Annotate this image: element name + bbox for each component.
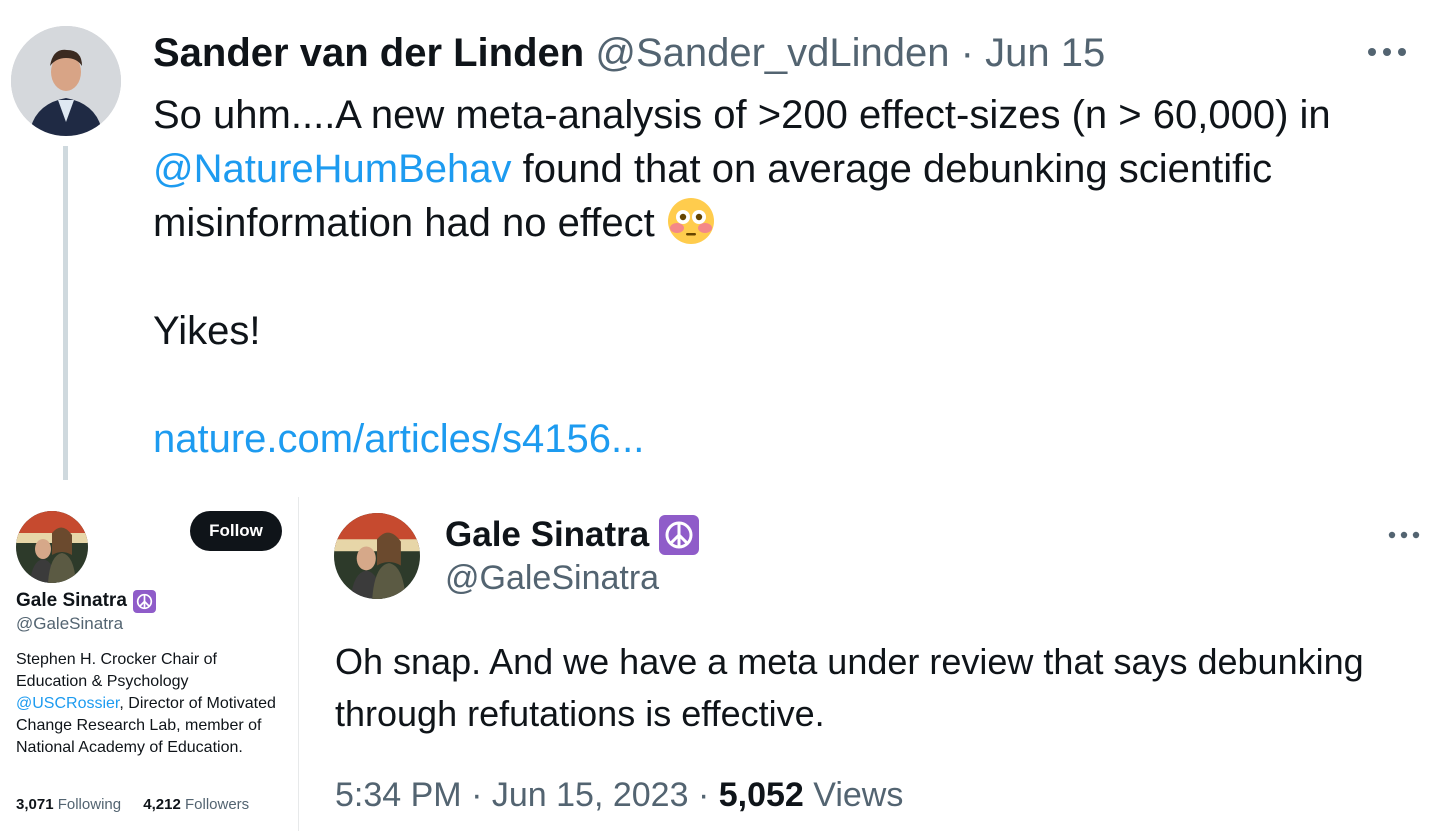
tweet-text: Oh snap. And we have a meta under review… — [335, 641, 1364, 734]
avatar-gale[interactable] — [334, 513, 420, 599]
tweet-time[interactable]: 5:34 PM — [335, 776, 462, 814]
tweet-date[interactable]: Jun 15, 2023 — [492, 776, 689, 814]
tweet-meta: 5:34 PM · Jun 15, 2023 · 5,052 Views — [335, 773, 903, 817]
bio-mention-link[interactable]: @USCRossier — [16, 695, 119, 712]
bio-text: Stephen H. Crocker Chair of Education & … — [16, 651, 217, 690]
tweet-header: Sander van der Linden @Sander_vdLinden ·… — [153, 28, 1105, 78]
profile-name[interactable]: Gale Sinatra — [16, 589, 127, 613]
peace-symbol-icon — [132, 589, 156, 613]
separator: · — [960, 31, 974, 75]
tweet-text-line: Yikes! — [153, 309, 261, 353]
flushed-face-emoji — [666, 196, 716, 246]
views-count: 5,052 — [718, 776, 804, 814]
following-stat[interactable]: 3,071 Following — [16, 796, 121, 813]
peace-symbol-icon — [659, 515, 700, 555]
article-link[interactable]: nature.com/articles/s4156... — [153, 412, 1423, 466]
separator: · — [471, 776, 483, 814]
followers-label: Followers — [184, 796, 250, 813]
views-label: Views — [813, 776, 904, 814]
separator: · — [697, 776, 710, 814]
following-label: Following — [57, 796, 122, 813]
tweet-text: So uhm....A new meta-analysis of >200 ef… — [153, 88, 1423, 466]
more-horizontal-icon[interactable] — [1386, 524, 1422, 546]
following-count: 3,071 — [16, 796, 54, 813]
author-name-row: Gale Sinatra — [445, 514, 700, 556]
author-name[interactable]: Sander van der Linden — [153, 31, 584, 75]
profile-stats: 3,071 Following 4,212 Followers — [16, 796, 249, 813]
author-name[interactable]: Gale Sinatra — [445, 514, 649, 556]
followers-count: 4,212 — [143, 796, 181, 813]
more-horizontal-icon[interactable] — [1364, 34, 1410, 70]
follow-button[interactable]: Follow — [190, 511, 282, 551]
followers-stat[interactable]: 4,212 Followers — [143, 796, 249, 813]
mention-link[interactable]: @NatureHumBehav — [153, 147, 512, 191]
tweet-date[interactable]: Jun 15 — [985, 31, 1105, 75]
author-handle[interactable]: @Sander_vdLinden — [595, 31, 949, 75]
thread-connector — [63, 146, 68, 480]
profile-handle[interactable]: @GaleSinatra — [16, 614, 123, 634]
avatar-gale-card[interactable] — [16, 511, 88, 583]
tweet-text-part: So uhm....A new meta-analysis of >200 ef… — [153, 93, 1331, 137]
profile-name-row: Gale Sinatra — [16, 589, 156, 613]
profile-bio: Stephen H. Crocker Chair of Education & … — [16, 649, 286, 759]
author-handle[interactable]: @GaleSinatra — [445, 557, 659, 599]
avatar-sander[interactable] — [11, 26, 121, 136]
